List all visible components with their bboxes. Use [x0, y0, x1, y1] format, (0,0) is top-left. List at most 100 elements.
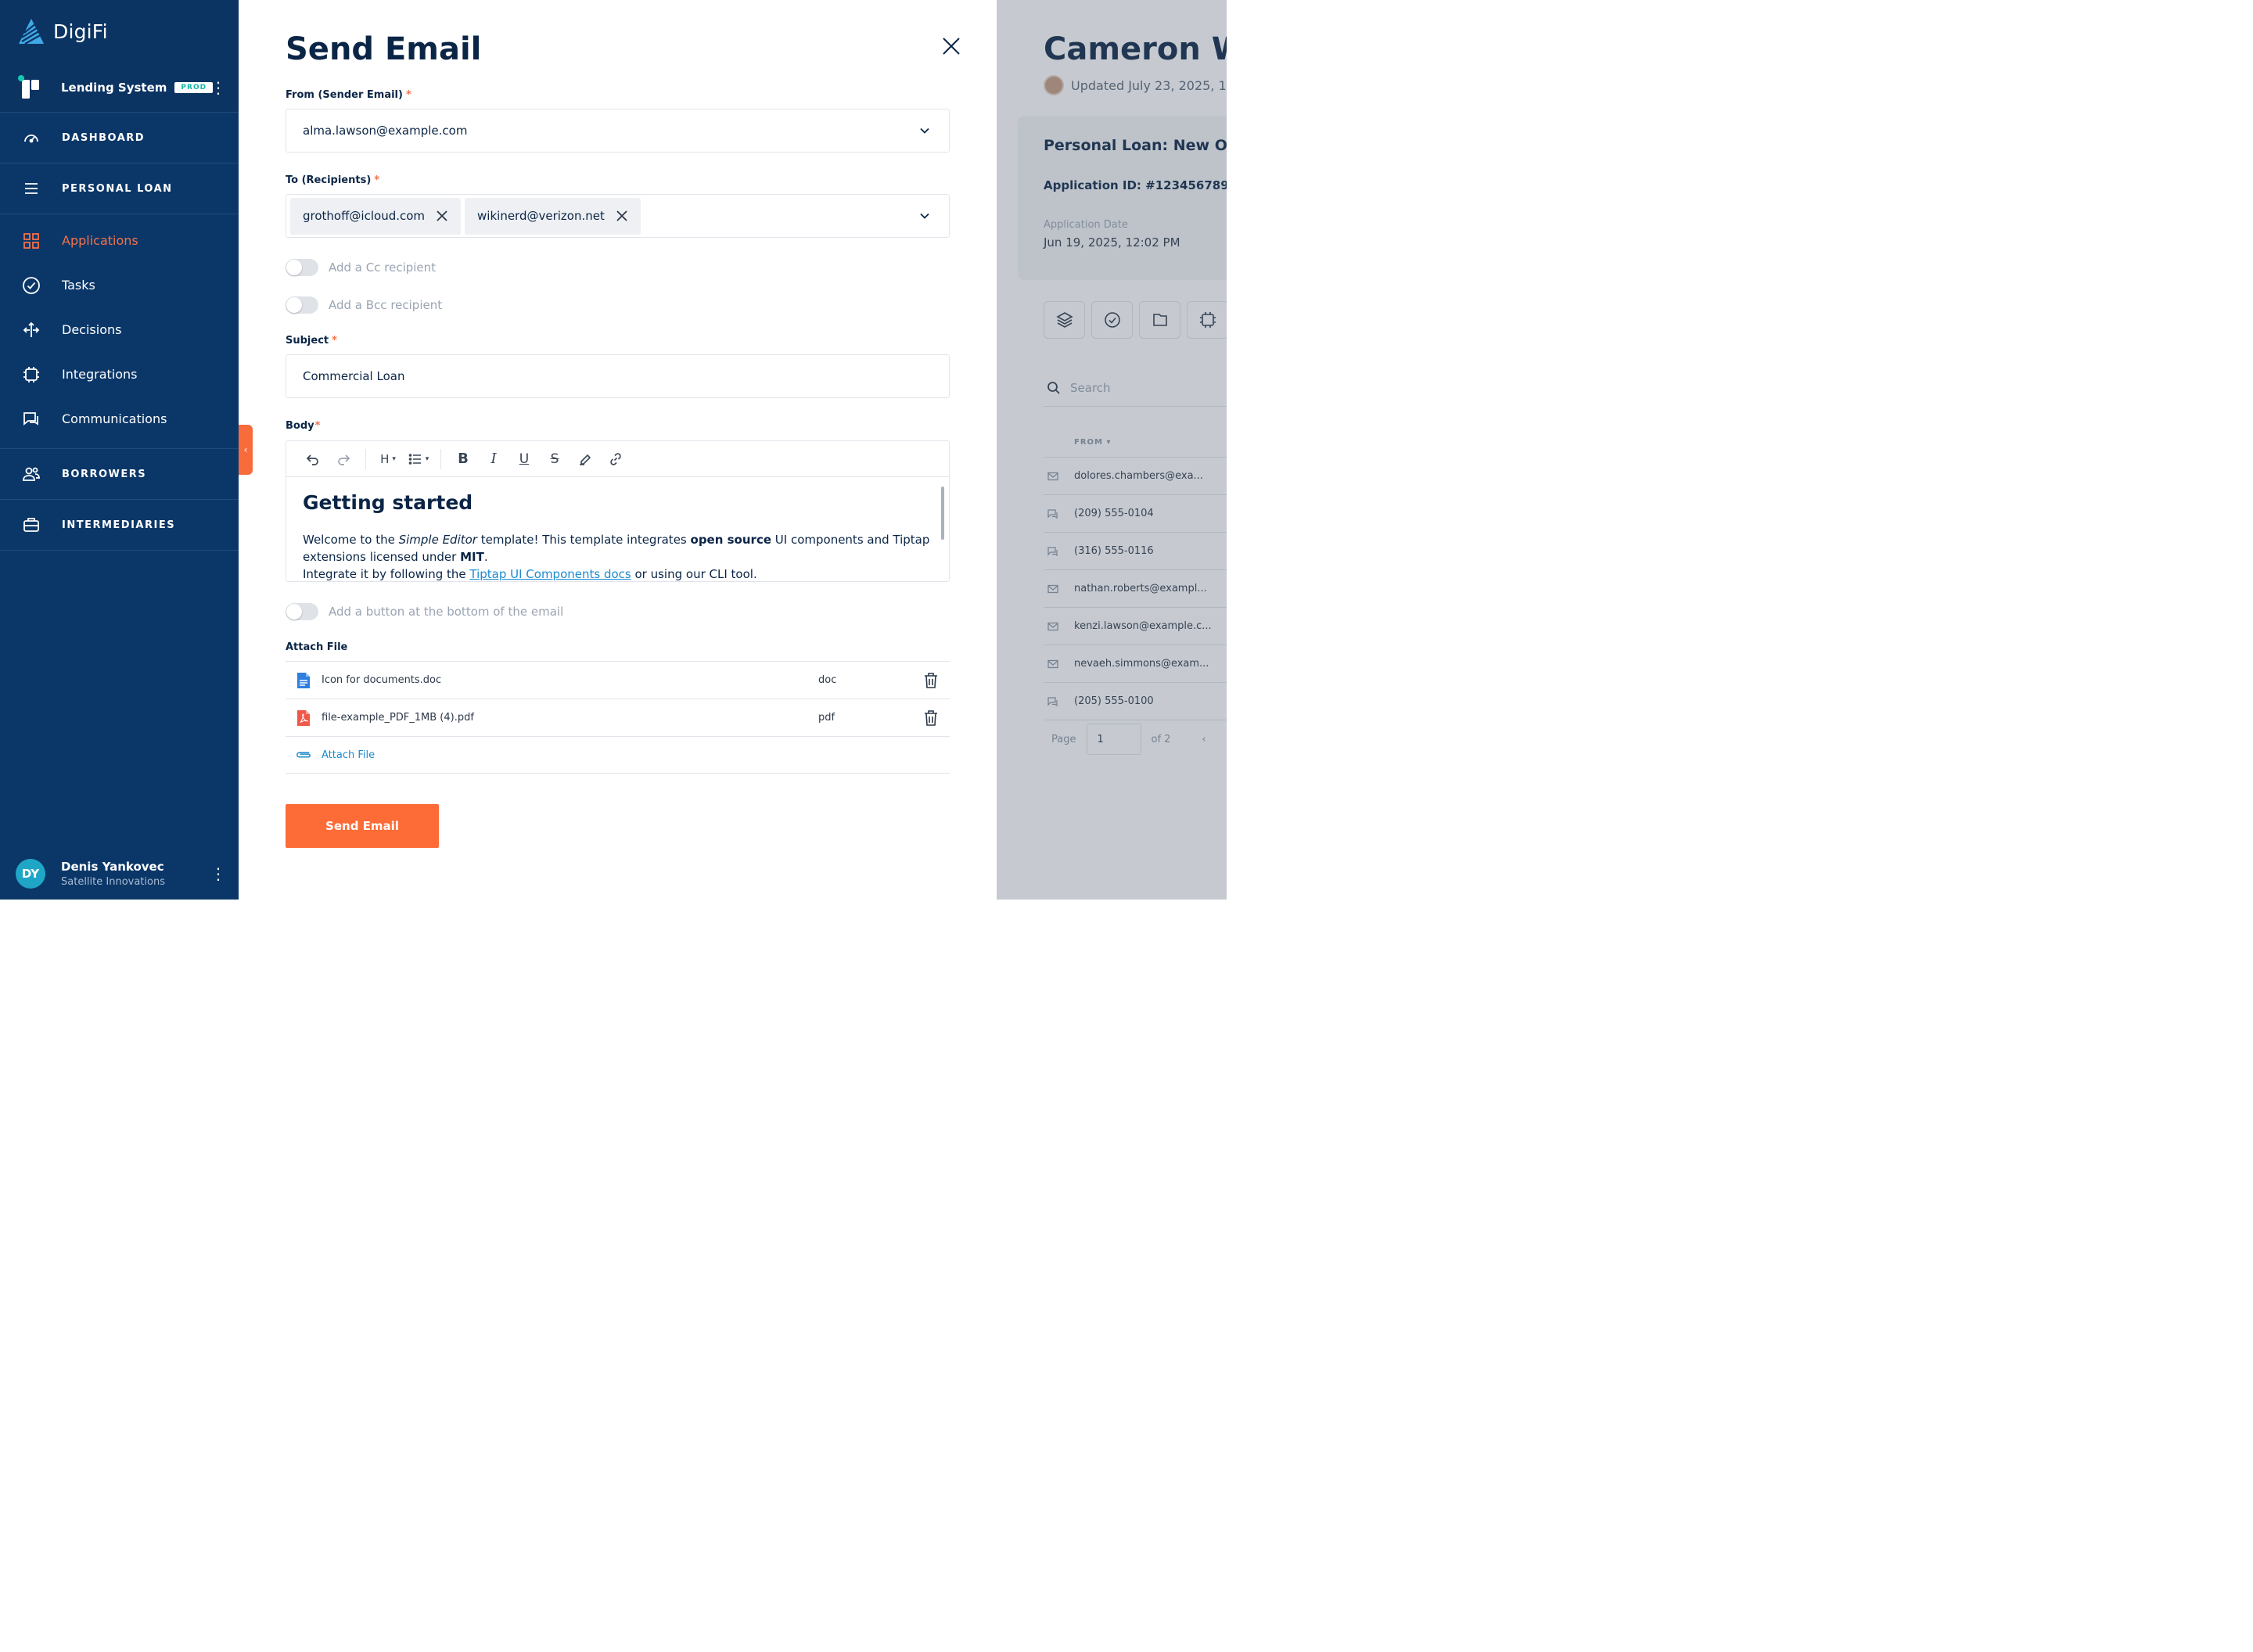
undo-icon[interactable] [302, 448, 324, 470]
bcc-toggle-row: Add a Bcc recipient [286, 296, 442, 314]
attachment-name: file-example_PDF_1MB (4).pdf [322, 712, 474, 724]
highlighter-icon[interactable] [574, 448, 596, 470]
bcc-toggle-label: Add a Bcc recipient [329, 298, 443, 312]
editor-scrollbar[interactable] [941, 487, 944, 540]
modal-backdrop[interactable] [997, 0, 1227, 900]
editor-content[interactable]: Getting started Welcome to the Simple Ed… [286, 477, 949, 581]
chevron-down-icon [920, 127, 929, 134]
underline-icon[interactable]: U [513, 448, 535, 470]
remove-icon[interactable] [436, 210, 448, 222]
brand[interactable]: DigiFi [0, 0, 239, 63]
from-label: From (Sender Email) * [286, 89, 411, 101]
button-toggle-row: Add a button at the bottom of the email [286, 603, 563, 620]
user-org: Satellite Innovations [61, 876, 165, 888]
recipient-email: grothoff@icloud.com [303, 209, 426, 223]
cc-toggle-label: Add a Cc recipient [329, 260, 437, 275]
from-select[interactable]: alma.lawson@example.com [286, 109, 950, 153]
grid-icon [22, 232, 41, 250]
subject-label: Subject * [286, 335, 337, 347]
sidebar-item-decisions[interactable]: Decisions [0, 307, 239, 352]
briefcase-icon [22, 515, 41, 534]
attach-label: Attach File [286, 641, 348, 653]
menu-icon [22, 179, 41, 198]
nav-dashboard[interactable]: DASHBOARD [0, 113, 239, 163]
user-name: Denis Yankovec [61, 860, 164, 874]
users-icon [22, 465, 41, 483]
chevron-down-icon [920, 213, 929, 219]
chevron-down-icon: ▾ [425, 454, 429, 463]
collapse-sidebar-button[interactable]: ‹ [239, 425, 253, 475]
bcc-toggle[interactable] [286, 296, 318, 314]
recipient-chip: wikinerd@verizon.net [465, 197, 641, 235]
system-menu-icon[interactable]: ⋮ [210, 80, 226, 95]
attachment-row: Icon for documents.doc doc [286, 661, 950, 699]
chip-icon [22, 365, 41, 384]
attachment-row: file-example_PDF_1MB (4).pdf pdf [286, 699, 950, 736]
recipient-chip: grothoff@icloud.com [290, 197, 462, 235]
subject-value: Commercial Loan [303, 369, 405, 383]
editor-paragraph: Welcome to the Simple Editor template! T… [303, 533, 930, 581]
link-icon[interactable] [605, 448, 627, 470]
speedometer-icon [22, 128, 41, 147]
toolbar-divider [365, 448, 366, 469]
user-profile[interactable]: DY Denis Yankovec Satellite Innovations … [0, 848, 239, 900]
sidebar: DigiFi Lending System PROD ⋮ DASHBOARD P… [0, 0, 239, 900]
italic-icon[interactable]: I [483, 448, 505, 470]
sidebar-item-label: Applications [62, 233, 138, 248]
trash-icon[interactable] [923, 672, 939, 689]
editor-toolbar: H ▾ ▾ B I U S [286, 441, 949, 477]
body-editor[interactable]: H ▾ ▾ B I U S Getting started Welcome to … [286, 440, 950, 582]
attach-file-row[interactable]: Attach File [286, 736, 950, 774]
editor-heading: Getting started [303, 491, 473, 514]
bold-icon[interactable]: B [452, 448, 474, 470]
digifi-logo-icon [19, 19, 44, 45]
send-email-modal: Send Email From (Sender Email) * alma.law… [239, 0, 997, 900]
sidebar-item-communications[interactable]: Communications [0, 397, 239, 441]
brand-name: DigiFi [53, 20, 108, 43]
attach-file-link[interactable]: Attach File [322, 749, 375, 761]
system-name: Lending System [61, 80, 167, 95]
list-dropdown[interactable]: ▾ [408, 448, 429, 470]
chat-icon [22, 410, 41, 429]
attachment-name: Icon for documents.doc [322, 674, 442, 686]
bottom-button-toggle-label: Add a button at the bottom of the email [329, 605, 564, 619]
avatar: DY [16, 859, 45, 889]
sub-nav: Applications Tasks Decisions Integration… [0, 214, 239, 449]
chevron-down-icon: ▾ [392, 454, 396, 463]
nav-intermediaries[interactable]: INTERMEDIARIES [0, 500, 239, 551]
attachments-list: Icon for documents.doc doc file-example_… [286, 661, 950, 774]
strikethrough-icon[interactable]: S [544, 448, 566, 470]
subject-input[interactable]: Commercial Loan [286, 354, 950, 398]
sidebar-item-integrations[interactable]: Integrations [0, 352, 239, 397]
sidebar-item-label: Integrations [62, 367, 138, 382]
recipients-select[interactable]: grothoff@icloud.com wikinerd@verizon.net [286, 194, 950, 238]
modal-title: Send Email [286, 31, 482, 67]
trash-icon[interactable] [923, 709, 939, 727]
paperclip-icon [295, 746, 312, 763]
system-switcher[interactable]: Lending System PROD ⋮ [0, 63, 239, 113]
chevron-left-icon: ‹ [243, 444, 248, 455]
from-value: alma.lawson@example.com [303, 124, 468, 138]
cc-toggle[interactable] [286, 259, 318, 276]
nav-personal-loan-label: PERSONAL LOAN [62, 182, 173, 195]
attachment-type: pdf [818, 712, 835, 724]
sidebar-item-tasks[interactable]: Tasks [0, 263, 239, 307]
bottom-button-toggle[interactable] [286, 603, 318, 620]
pdf-file-icon [295, 709, 312, 727]
check-circle-icon [22, 276, 41, 295]
body-label: Body* [286, 420, 321, 432]
nav-personal-loan[interactable]: PERSONAL LOAN [0, 163, 239, 214]
heading-dropdown[interactable]: H ▾ [377, 448, 399, 470]
send-email-button[interactable]: Send Email [286, 804, 439, 848]
user-menu-icon[interactable]: ⋮ [210, 866, 226, 882]
attachment-type: doc [818, 674, 837, 686]
nav-borrowers-label: BORROWERS [62, 468, 147, 480]
close-icon[interactable] [940, 35, 962, 57]
redo-icon[interactable] [332, 448, 354, 470]
nav-borrowers[interactable]: BORROWERS [0, 449, 239, 500]
remove-icon[interactable] [616, 210, 628, 222]
sidebar-item-applications[interactable]: Applications [0, 218, 239, 263]
decision-arrows-icon [22, 321, 41, 339]
recipient-email: wikinerd@verizon.net [477, 209, 605, 223]
docs-link[interactable]: Tiptap UI Components docs [469, 567, 631, 581]
